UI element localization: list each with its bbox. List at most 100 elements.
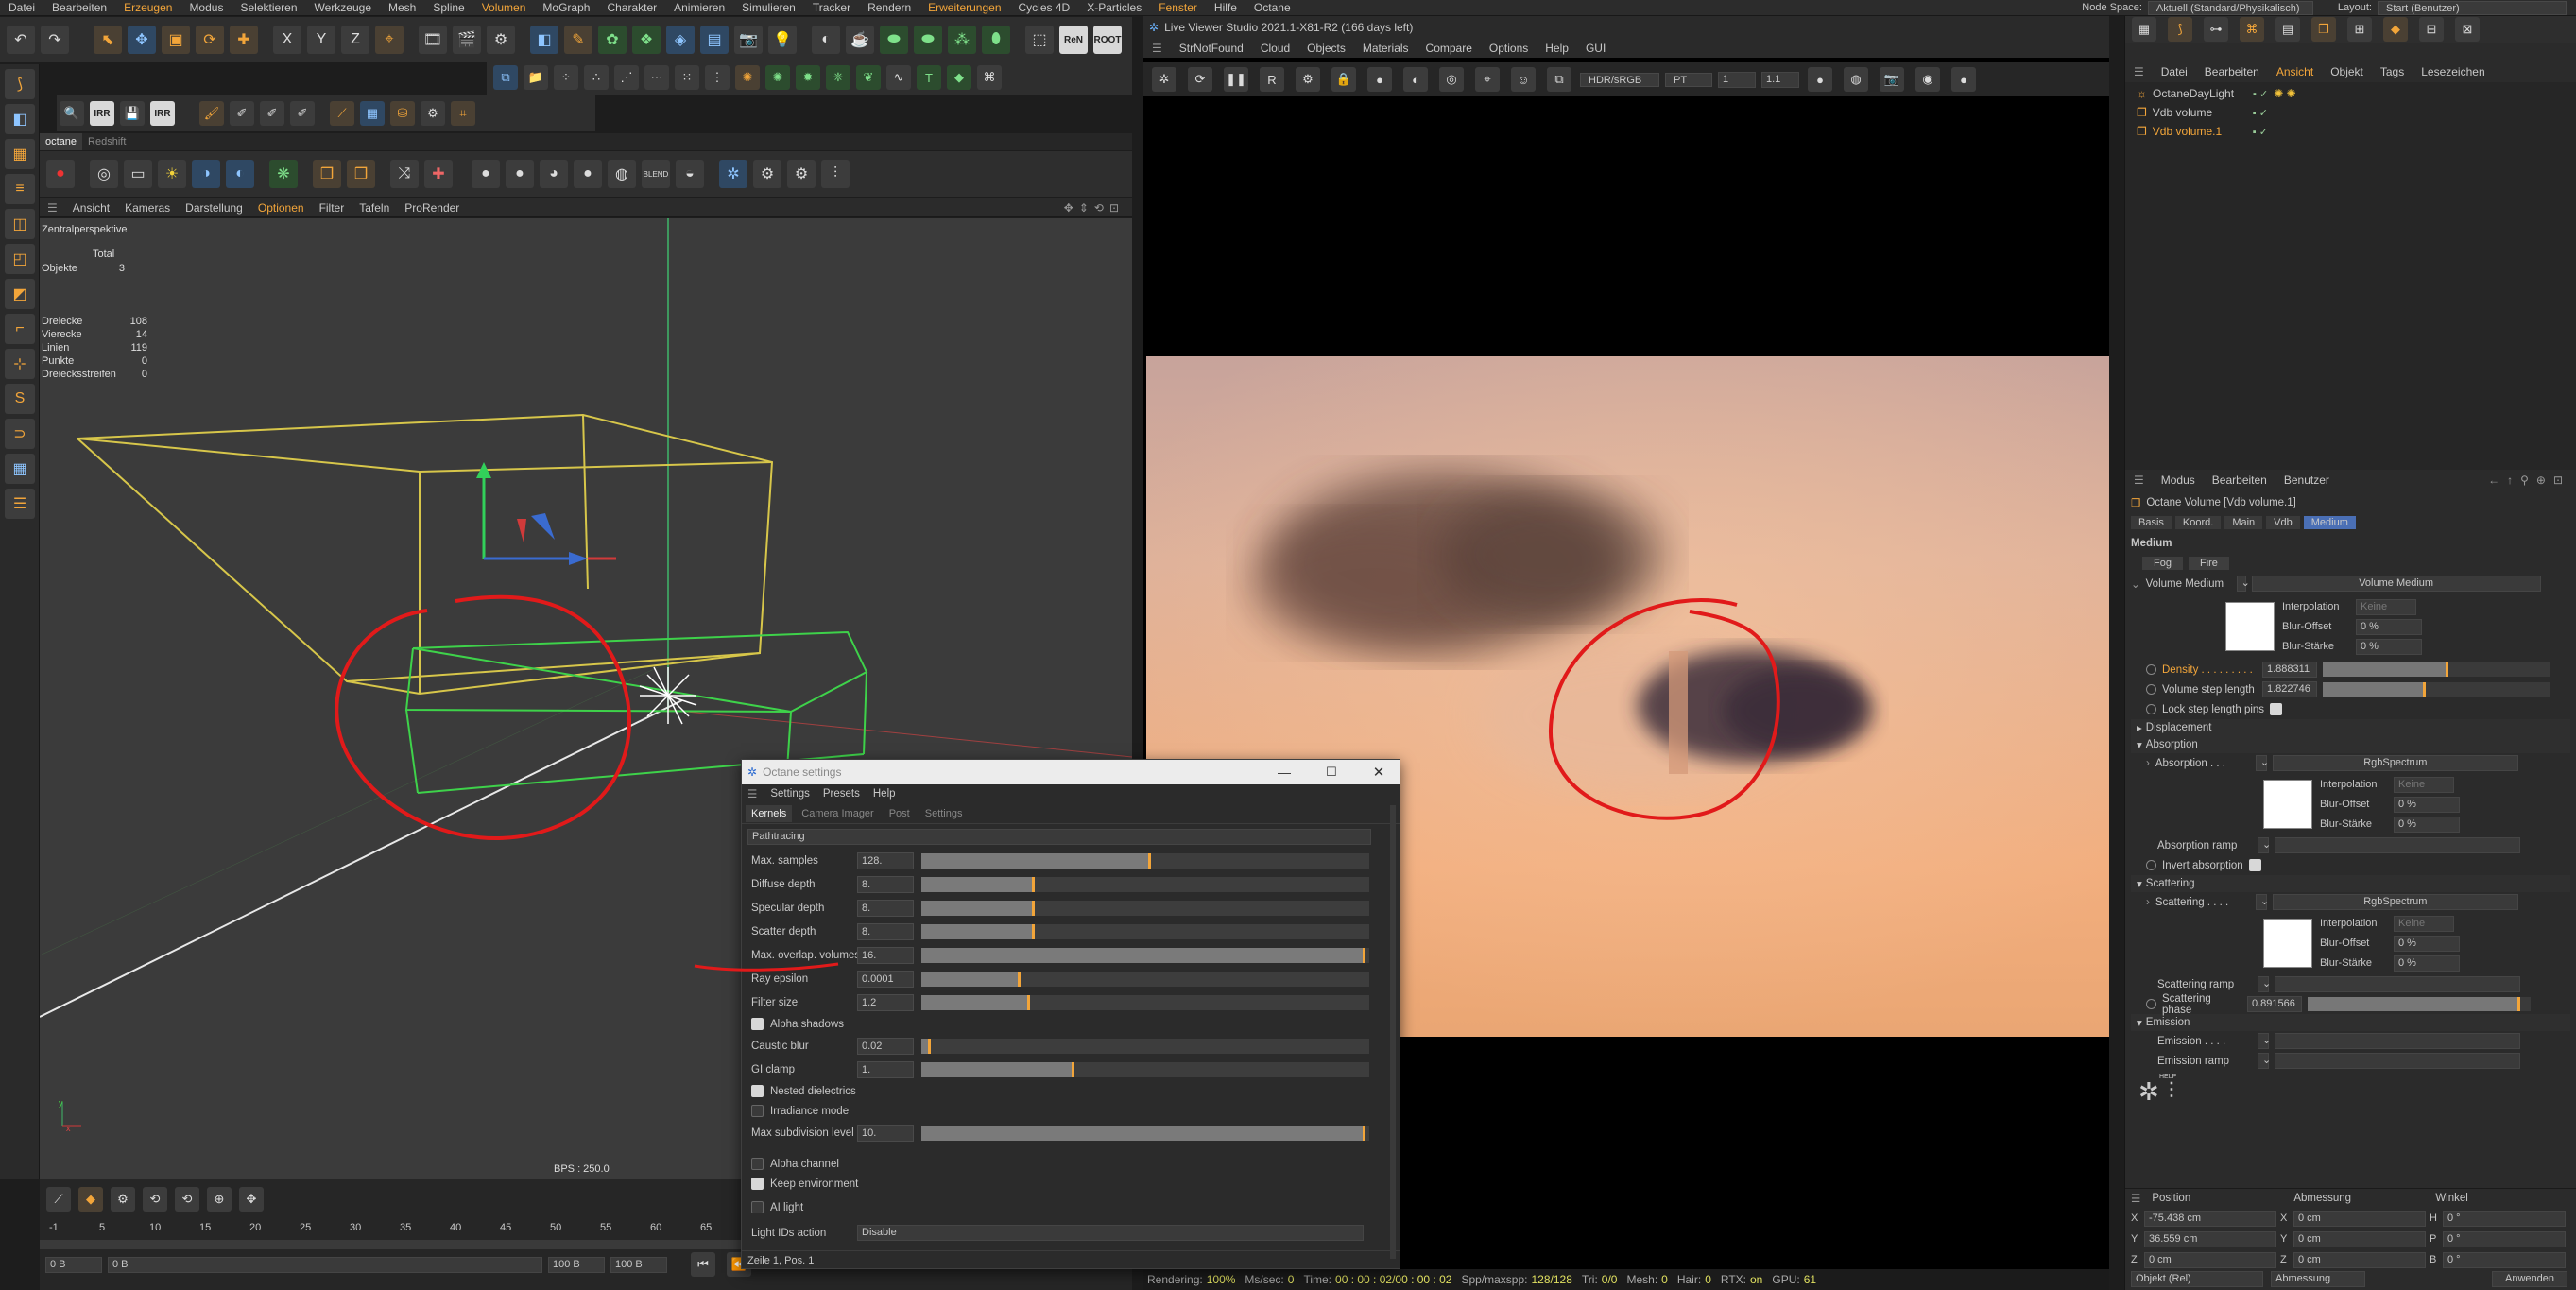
sphere-2-icon[interactable]: ● [506, 160, 534, 188]
sphere-3-icon[interactable]: ● [574, 160, 602, 188]
timeline-tool-2-icon[interactable]: ◆ [78, 1187, 103, 1212]
sun-icon[interactable]: ☀ [158, 160, 186, 188]
rp-checker-icon[interactable]: ⊠ [2455, 17, 2480, 42]
menu-tracker[interactable]: Tracker [804, 0, 859, 16]
network-icon[interactable]: ⌘ [977, 65, 1002, 90]
lasso-icon[interactable]: ⌗ [451, 101, 475, 126]
green-cube-icon[interactable]: ◆ [947, 65, 971, 90]
cube-icon[interactable]: ◧ [530, 26, 558, 54]
viewport-menu-prorender[interactable]: ProRender [397, 198, 467, 217]
invert-absorption-checkbox[interactable] [2248, 859, 2261, 871]
frame-icon[interactable]: ⬚ [1025, 26, 1054, 54]
green-shape-icon[interactable]: ❈ [826, 65, 850, 90]
param-value-field[interactable]: 8. [857, 899, 914, 917]
menu-bearbeiten[interactable]: Bearbeiten [43, 0, 115, 16]
alpha-shadows-checkbox[interactable] [751, 1018, 764, 1030]
python-icon[interactable]: ⟆ [5, 69, 35, 99]
lock-step-keyframe-icon[interactable] [2146, 704, 2156, 714]
om-menu-lesezeichen[interactable]: Lesezeichen [2413, 62, 2493, 81]
menu-simulieren[interactable]: Simulieren [733, 0, 804, 16]
absorption-menu-icon[interactable]: ⌄ [2255, 755, 2269, 771]
menu-x-particles[interactable]: X-Particles [1078, 0, 1150, 16]
interpolation-dropdown[interactable]: Keine [2356, 598, 2416, 615]
scale-tool-icon[interactable]: ▣ [162, 26, 190, 54]
tweak-icon[interactable]: ⊹ [5, 349, 35, 379]
lv-pause-icon[interactable]: ❚❚ [1224, 67, 1248, 92]
timeline-tool-3-icon[interactable]: ⚙ [111, 1187, 135, 1212]
param-slider[interactable] [921, 1061, 1369, 1077]
lv-record-icon[interactable]: ◉ [1915, 67, 1940, 92]
os-tab-post[interactable]: Post [884, 805, 916, 822]
rotate-tool-icon[interactable]: ⟳ [196, 26, 224, 54]
object-row[interactable]: ❒ Vdb volume ▪ ✓ [2125, 103, 2576, 122]
rp-python-icon[interactable]: ⟆ [2168, 17, 2192, 42]
absorption-ramp-menu-icon[interactable]: ⌄ [2258, 837, 2271, 853]
om-menu-bearbeiten[interactable]: Bearbeiten [2196, 62, 2268, 81]
volume-medium-swatch[interactable] [2225, 602, 2275, 651]
sphere-checker-icon[interactable]: ◕ [540, 160, 568, 188]
scattering-expand-icon[interactable]: › [2146, 897, 2150, 908]
absorption-button[interactable]: RgbSpectrum [2272, 755, 2518, 771]
param-slider[interactable] [921, 947, 1369, 963]
gear-pink-icon[interactable]: ✺ [735, 65, 760, 90]
om-menu-ansicht[interactable]: Ansicht [2268, 62, 2322, 81]
menu-mesh[interactable]: Mesh [380, 0, 424, 16]
z-axis-button[interactable]: Z [341, 26, 369, 54]
ai-light-checkbox[interactable] [751, 1201, 764, 1213]
rp-grid-icon[interactable]: ▦ [2132, 17, 2156, 42]
half-circle-2-icon[interactable]: ◐ [226, 160, 254, 188]
menu-mograph[interactable]: MoGraph [534, 0, 598, 16]
knife-icon[interactable]: ⟋ [330, 101, 354, 126]
rp-node-icon[interactable]: ⊶ [2204, 17, 2228, 42]
lv-pick-icon[interactable]: ⌖ [1475, 67, 1500, 92]
lock-step-checkbox[interactable] [2270, 703, 2283, 715]
lv-menu-icon[interactable]: ☰ [1143, 39, 1171, 58]
lv-lock-icon[interactable]: 🔒 [1331, 67, 1356, 92]
scattering-ramp-menu-icon[interactable]: ⌄ [2258, 976, 2271, 992]
points-mode-icon[interactable]: ◫ [5, 209, 35, 239]
brush3-icon[interactable]: ✐ [290, 101, 315, 126]
lv-menu-cloud[interactable]: Cloud [1252, 39, 1298, 58]
lv-region-icon[interactable]: R [1260, 67, 1284, 92]
points-icon[interactable]: ∴ [584, 65, 609, 90]
step-length-field[interactable]: 1.822746 [2262, 681, 2317, 697]
param-value-field[interactable]: 0.02 [857, 1037, 914, 1055]
help-octane-icon[interactable]: ✲ HELP [2138, 1074, 2176, 1107]
emission-section[interactable]: ▾ Emission [2131, 1014, 2570, 1031]
maximize-button[interactable]: ☐ [1311, 765, 1352, 780]
param-value-field[interactable]: 8. [857, 875, 914, 893]
add-tool-icon[interactable]: ✚ [230, 26, 258, 54]
menu-modus[interactable]: Modus [180, 0, 232, 16]
deformer-icon[interactable]: ◈ [666, 26, 695, 54]
volume-medium-menu-icon[interactable]: ⌄ [2236, 576, 2250, 592]
orange-cubes-icon[interactable]: ❒ [313, 160, 341, 188]
octane-logo-icon[interactable]: ✲ [719, 160, 747, 188]
absorption-swatch[interactable] [2263, 780, 2312, 829]
coords-menu-icon[interactable]: ☰ [2125, 1192, 2146, 1205]
volume-medium-expand-icon[interactable]: ⌄ [2131, 577, 2140, 591]
lv-menu-compare[interactable]: Compare [1417, 39, 1481, 58]
timeline-tool-4-icon[interactable]: ⟲ [143, 1187, 167, 1212]
blur-strength-field[interactable]: 0 % [2356, 638, 2422, 655]
emission-ramp-field[interactable] [2275, 1053, 2520, 1069]
os-menu-settings[interactable]: Settings [770, 788, 810, 800]
menu-erweiterungen[interactable]: Erweiterungen [919, 0, 1009, 16]
half-circle-icon[interactable]: ◑ [192, 160, 220, 188]
visibility-icon[interactable]: ▪ ✓ [2253, 126, 2268, 138]
camera-icon[interactable]: 📷 [734, 26, 763, 54]
floor-icon[interactable]: ▤ [700, 26, 729, 54]
viewport-menu-ansicht[interactable]: Ansicht [65, 198, 117, 217]
lv-menu-strnotfound[interactable]: StrNotFound [1171, 39, 1252, 58]
attr-nav-icons[interactable]: ←↑⚲⊕⊡ [2480, 471, 2576, 490]
heal-icon[interactable]: ✚ [424, 160, 453, 188]
axis-mode-icon[interactable]: ⌐ [5, 314, 35, 344]
emission-menu-icon[interactable]: ⌄ [2258, 1033, 2271, 1049]
param-value-field[interactable]: 1.2 [857, 993, 914, 1011]
stack-icon[interactable]: ☰ [5, 489, 35, 519]
node-editor-small-icon[interactable]: ⫶ [2169, 1078, 2174, 1105]
object-row[interactable]: ☼ OctaneDayLight ▪ ✓ ✺ ✺ [2125, 84, 2576, 103]
menu-spline[interactable]: Spline [424, 0, 472, 16]
scattering-phase-slider[interactable] [2308, 997, 2531, 1011]
redo-icon[interactable]: ↷ [41, 26, 69, 54]
param-value-field[interactable]: 16. [857, 946, 914, 964]
